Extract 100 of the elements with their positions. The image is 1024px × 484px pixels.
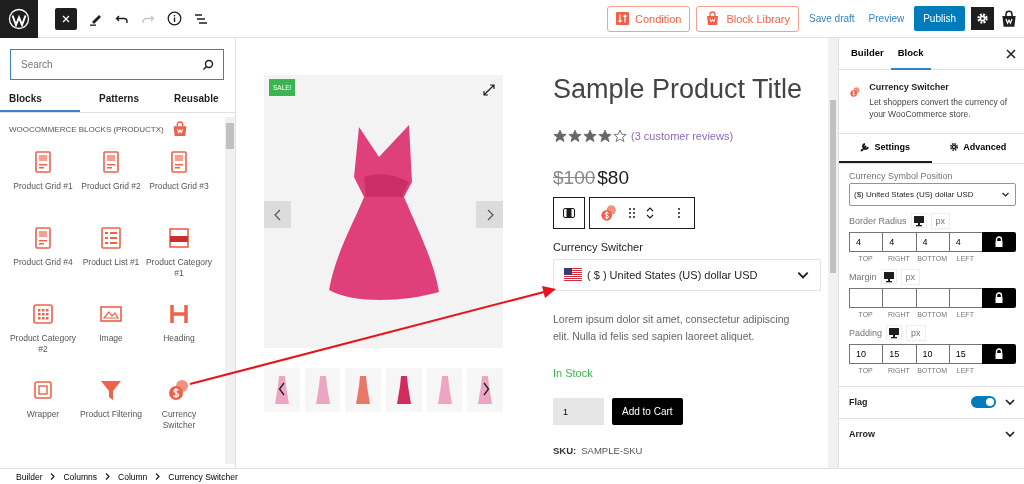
inserter-tab[interactable]: Reusable — [157, 86, 235, 112]
spacing-field[interactable]: 10 — [849, 343, 883, 364]
toolbar-link[interactable]: Save draft — [805, 13, 859, 24]
desktop-device-button[interactable] — [880, 269, 897, 285]
currency-select[interactable]: ( $ ) United States (US) dollar USD — [553, 258, 821, 291]
close-button[interactable] — [1006, 48, 1016, 59]
search-icon — [202, 59, 214, 71]
inserter-tab[interactable]: Patterns — [80, 86, 158, 112]
block-item[interactable]: Image — [99, 333, 123, 345]
field-label: Currency Symbol Position — [849, 170, 954, 181]
monitor-icon — [912, 214, 925, 227]
breadcrumb-item[interactable]: Currency Switcher — [168, 471, 238, 482]
unit-button[interactable]: px — [900, 268, 921, 285]
block-item[interactable]: Product Grid #4 — [13, 257, 73, 269]
publish-button[interactable]: Publish — [914, 6, 965, 31]
chevron-left-icon — [272, 208, 283, 221]
spacing-field[interactable]: 15 — [882, 343, 916, 364]
breadcrumb-item[interactable]: Column — [118, 471, 148, 482]
link-values-button[interactable] — [982, 343, 1016, 364]
desktop-device-button[interactable] — [886, 325, 903, 341]
link-values-button[interactable] — [982, 287, 1016, 308]
sidebar-tab[interactable]: Block — [890, 38, 931, 70]
breadcrumb-item[interactable]: Builder — [16, 471, 43, 482]
list-view-icon[interactable] — [194, 11, 208, 26]
product-title: Sample Product Title — [553, 75, 804, 105]
block-item[interactable]: Heading — [163, 333, 195, 345]
spacing-field[interactable]: 10 — [915, 343, 949, 364]
spacing-field[interactable] — [915, 287, 949, 308]
spacing-field[interactable] — [849, 287, 883, 308]
breadcrumb-item[interactable]: Columns — [63, 471, 97, 482]
lock-icon — [994, 347, 1004, 360]
tiles-block-icon — [30, 301, 56, 327]
list-block-icon — [98, 225, 124, 251]
thumbnail-photo[interactable] — [304, 368, 341, 412]
toolbar-link[interactable]: Preview — [864, 13, 909, 24]
category-block-icon — [166, 225, 192, 251]
block-item[interactable]: Wrapper — [26, 409, 60, 421]
block-item[interactable]: Product Grid #3 — [149, 181, 209, 193]
field-label: Padding — [849, 327, 883, 338]
thumbnail-photo[interactable] — [467, 368, 504, 412]
desktop-device-button[interactable] — [910, 213, 927, 229]
spacing-field[interactable]: 15 — [948, 343, 982, 364]
star-icon — [613, 128, 627, 143]
logo-button[interactable] — [0, 0, 38, 38]
section-title: Arrow — [849, 429, 875, 440]
settings-icon — [976, 12, 989, 25]
add-to-cart-button[interactable]: Add to Cart — [612, 398, 683, 426]
thumbnail-photo[interactable] — [264, 368, 300, 412]
drag-handle-icon[interactable] — [628, 206, 636, 219]
block-item[interactable]: Product Category #2 — [9, 333, 77, 356]
block-item[interactable]: Product Grid #2 — [81, 181, 141, 193]
currency-switcher-label: Currency Switcher — [553, 240, 644, 253]
currency-icon — [599, 202, 619, 223]
reviews-link[interactable]: (3 customer reviews) — [631, 129, 734, 142]
settings-tab[interactable]: Advanced — [931, 133, 1024, 163]
flag-toggle[interactable] — [971, 396, 996, 409]
block-title: Currency Switcher — [869, 82, 950, 92]
inserter-tab[interactable]: Blocks — [0, 86, 81, 112]
info-icon[interactable] — [167, 11, 182, 26]
close-inserter-button[interactable] — [55, 7, 77, 30]
block-item[interactable]: Product Grid #1 — [13, 181, 73, 193]
lock-icon — [994, 235, 1004, 248]
scrollbar[interactable] — [828, 38, 838, 468]
block-item[interactable]: Product Filtering — [80, 409, 142, 421]
sku-value: SAMPLE-SKU — [581, 445, 643, 457]
symbol-position-select[interactable]: ($) United States (US) dollar USD — [849, 182, 1016, 206]
search-field[interactable]: Search — [10, 49, 224, 80]
shopping-bag-icon — [171, 121, 188, 137]
sidebar-tab[interactable]: Builder — [844, 38, 891, 70]
section-title: Flag — [849, 397, 868, 408]
settings-tab[interactable]: Settings — [839, 133, 932, 163]
sort-arrows-icon — [615, 12, 629, 25]
gear-icon — [949, 142, 960, 153]
shopping-bag-icon[interactable] — [1000, 9, 1018, 28]
spacing-field[interactable]: 4 — [948, 231, 982, 252]
thumbnail-photo[interactable] — [426, 368, 463, 412]
sku-label: SKU: — [553, 445, 577, 457]
star-icon — [583, 128, 597, 143]
spacing-field[interactable]: 4 — [915, 231, 949, 252]
spacing-field[interactable]: 4 — [849, 231, 883, 252]
settings-button[interactable] — [971, 7, 994, 30]
spacing-field[interactable] — [882, 287, 916, 308]
thumbnail-photo[interactable] — [345, 368, 381, 412]
block-item[interactable]: Product Category #1 — [145, 257, 213, 280]
block-item[interactable]: Product List #1 — [82, 257, 140, 269]
flag-icon — [564, 268, 582, 282]
spacing-field[interactable]: 4 — [882, 231, 916, 252]
product-description: Lorem ipsum dolor sit amet, consectetur adipiscing elit. Nulla id felis sed sapien laoreet aliquet. — [553, 311, 791, 344]
scrollbar[interactable] — [225, 117, 235, 464]
spacing-field[interactable] — [948, 287, 982, 308]
link-values-button[interactable] — [982, 231, 1016, 252]
block-item[interactable]: Currency Switcher — [145, 409, 213, 432]
expand-icon[interactable] — [482, 83, 496, 97]
monitor-icon — [882, 270, 895, 283]
thumbnail-photo[interactable] — [386, 368, 422, 412]
unit-button[interactable]: px — [930, 212, 951, 229]
quantity-field[interactable]: 1 — [553, 398, 604, 426]
sale-price: $80 — [597, 166, 629, 189]
unit-button[interactable]: px — [906, 324, 926, 341]
lock-icon — [994, 291, 1004, 304]
